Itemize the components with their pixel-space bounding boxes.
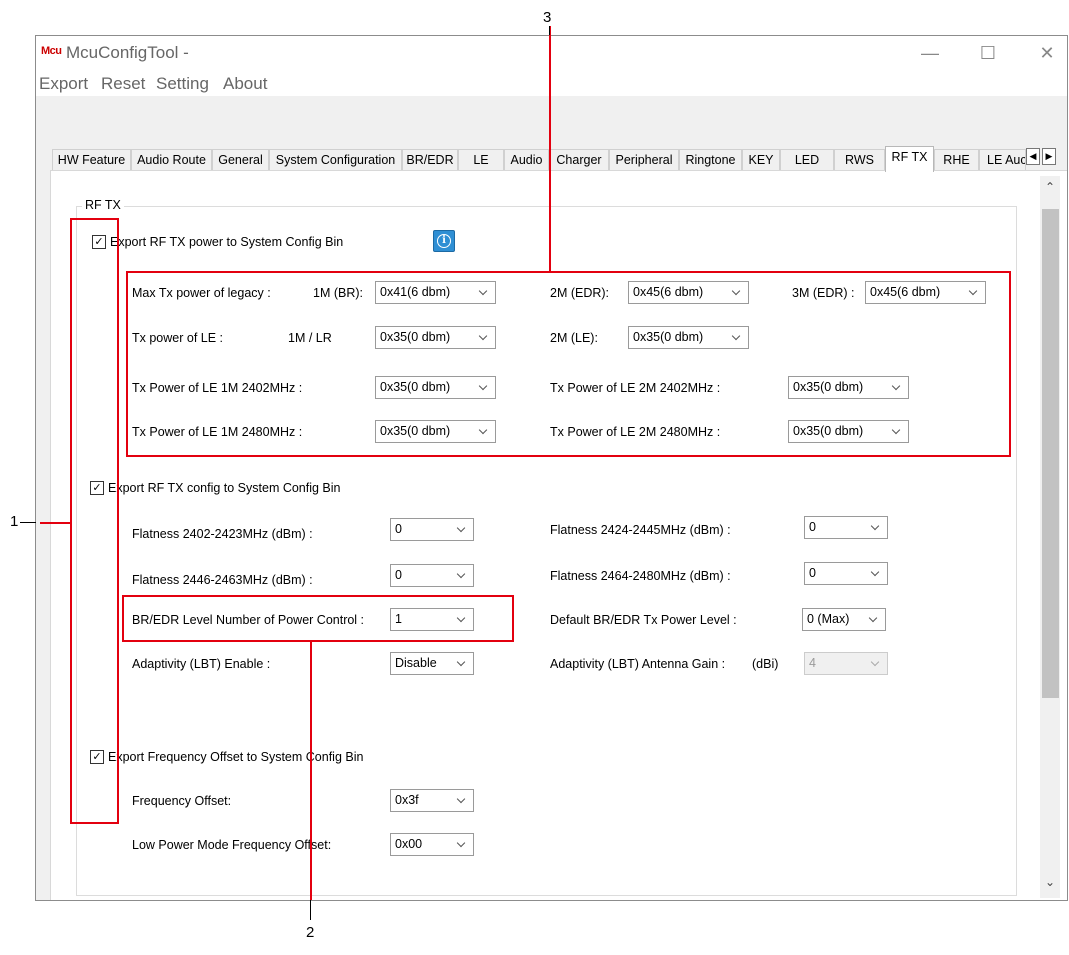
chevron-down-icon	[456, 790, 468, 811]
flat-2402-label: Flatness 2402-2423MHz (dBm) :	[132, 527, 313, 541]
flat-2424-value: 0	[809, 520, 816, 534]
chevron-down-icon	[870, 653, 882, 674]
tab-scroll-right-icon[interactable]: ▶	[1042, 148, 1056, 165]
chevron-down-icon	[870, 563, 882, 584]
info-button[interactable]: i	[433, 230, 455, 252]
flat-2424-select[interactable]: 0	[804, 516, 888, 539]
low-power-offset-value: 0x00	[395, 837, 423, 851]
info-icon: i	[437, 234, 451, 248]
window-title: McuConfigTool -	[66, 43, 189, 62]
callout-tick-2	[310, 900, 311, 920]
menu-reset[interactable]: Reset	[101, 74, 145, 94]
lbt-gain-value: 4	[809, 656, 816, 670]
title-bar: Mcu McuConfigTool - — ☐ ✕	[36, 36, 1067, 74]
callout-3: 3	[543, 9, 552, 26]
default-level-select[interactable]: 0 (Max)	[802, 608, 886, 631]
export-freq-label: Export Frequency Offset to System Config…	[108, 750, 364, 764]
freq-offset-label: Frequency Offset:	[132, 794, 232, 808]
export-power-label: Export RF TX power to System Config Bin	[110, 235, 344, 249]
scrollbar-thumb[interactable]	[1042, 209, 1059, 698]
callout-2: 2	[306, 924, 315, 941]
annotation-box-2	[122, 595, 514, 642]
flat-2402-value: 0	[395, 522, 402, 536]
flat-2464-value: 0	[809, 566, 816, 580]
chevron-down-icon	[456, 519, 468, 540]
callout-line-2	[310, 642, 312, 900]
low-power-offset-select[interactable]: 0x00	[390, 833, 474, 856]
lbt-enable-select[interactable]: Disable	[390, 652, 474, 675]
group-title: RF TX	[82, 198, 124, 212]
tab-strip: HW Feature Audio Route General System Co…	[52, 146, 1056, 172]
close-button[interactable]: ✕	[1027, 40, 1067, 66]
menu-about[interactable]: About	[223, 74, 267, 94]
tab-br-edr[interactable]: BR/EDR	[402, 149, 458, 171]
default-level-label: Default BR/EDR Tx Power Level :	[550, 613, 737, 627]
app-logo: Mcu	[41, 45, 62, 57]
menu-export[interactable]: Export	[39, 74, 88, 94]
menu-bar: Export Reset Setting About	[36, 74, 1067, 96]
lbt-gain-label: Adaptivity (LBT) Antenna Gain :	[550, 657, 726, 671]
tab-hw-feature[interactable]: HW Feature	[52, 149, 131, 171]
tab-general[interactable]: General	[212, 149, 269, 171]
annotation-box-3	[126, 271, 1011, 457]
freq-offset-value: 0x3f	[395, 793, 419, 807]
tab-ringtone[interactable]: Ringtone	[679, 149, 742, 171]
tab-system-configuration[interactable]: System Configuration	[269, 149, 402, 171]
flat-2402-select[interactable]: 0	[390, 518, 474, 541]
chevron-down-icon	[456, 653, 468, 674]
menu-setting[interactable]: Setting	[156, 74, 209, 94]
annotation-box-1	[70, 218, 119, 824]
flat-2464-select[interactable]: 0	[804, 562, 888, 585]
tab-charger[interactable]: Charger	[549, 149, 609, 171]
minimize-button[interactable]: —	[910, 40, 950, 66]
export-config-label: Export RF TX config to System Config Bin	[108, 481, 341, 495]
default-level-value: 0 (Max)	[807, 612, 850, 626]
tab-rf-tx[interactable]: RF TX	[885, 146, 934, 172]
callout-line-1	[40, 522, 70, 524]
chevron-down-icon	[456, 565, 468, 586]
callout-tick-1	[20, 522, 36, 523]
callout-tick-3	[549, 26, 550, 35]
flat-2446-select[interactable]: 0	[390, 564, 474, 587]
tab-peripheral[interactable]: Peripheral	[609, 149, 679, 171]
tab-rws[interactable]: RWS	[834, 149, 885, 171]
chevron-down-icon	[456, 834, 468, 855]
tab-scroll-left-icon[interactable]: ◀	[1026, 148, 1040, 165]
tab-audio[interactable]: Audio	[504, 149, 549, 171]
maximize-button[interactable]: ☐	[968, 40, 1008, 66]
flat-2424-label: Flatness 2424-2445MHz (dBm) :	[550, 523, 731, 537]
flat-2446-value: 0	[395, 568, 402, 582]
chevron-down-icon	[868, 609, 880, 630]
scroll-up-icon[interactable]: ⌃	[1040, 177, 1060, 197]
flat-2464-label: Flatness 2464-2480MHz (dBm) :	[550, 569, 731, 583]
tab-le-audio[interactable]: LE Auc	[979, 149, 1026, 171]
scroll-down-icon[interactable]: ⌄	[1040, 872, 1060, 892]
lbt-gain-unit: (dBi)	[752, 657, 779, 671]
tab-le[interactable]: LE	[458, 149, 504, 171]
tab-rhe[interactable]: RHE	[934, 149, 979, 171]
lbt-enable-value: Disable	[395, 656, 437, 670]
lbt-enable-label: Adaptivity (LBT) Enable :	[132, 657, 271, 671]
flat-2446-label: Flatness 2446-2463MHz (dBm) :	[132, 573, 313, 587]
chevron-down-icon	[870, 517, 882, 538]
tab-audio-route[interactable]: Audio Route	[131, 149, 212, 171]
tab-led[interactable]: LED	[780, 149, 834, 171]
lbt-gain-select: 4	[804, 652, 888, 675]
tab-key[interactable]: KEY	[742, 149, 780, 171]
freq-offset-select[interactable]: 0x3f	[390, 789, 474, 812]
callout-1: 1	[10, 513, 19, 530]
callout-line-3	[549, 26, 551, 271]
low-power-offset-label: Low Power Mode Frequency Offset:	[132, 838, 332, 852]
